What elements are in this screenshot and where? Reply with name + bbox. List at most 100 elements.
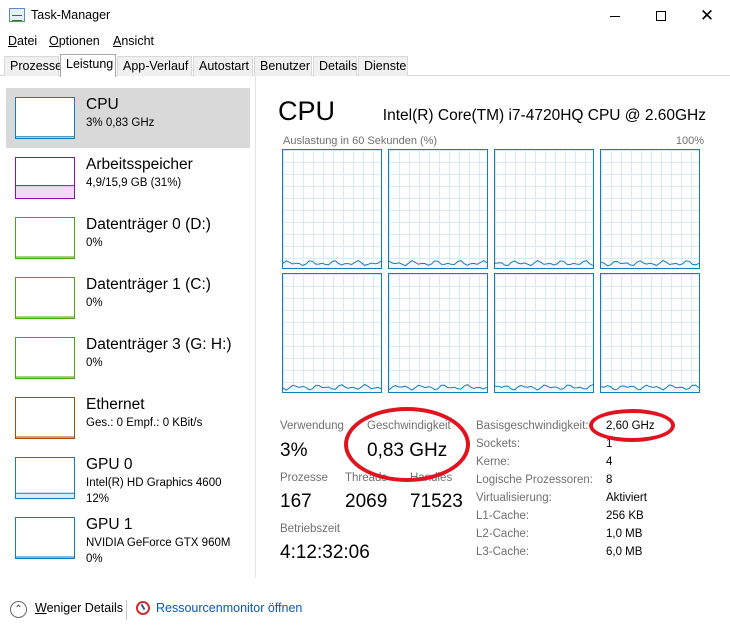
core-graph: [388, 149, 488, 269]
sidebar-item-subtitle: Intel(R) HD Graphics 4600: [86, 477, 222, 489]
usage-value: 3%: [280, 440, 308, 461]
detail-label: Logische Prozessoren:: [476, 474, 593, 486]
thumbnail-border: [15, 397, 75, 439]
thumbnail-level-fill: [16, 493, 74, 498]
resource-monitor-link[interactable]: Ressourcenmonitor öffnen: [156, 601, 302, 615]
core-graph: [494, 149, 594, 269]
close-button[interactable]: ✕: [684, 0, 730, 32]
sidebar-item-subtitle: NVIDIA GeForce GTX 960M: [86, 537, 231, 549]
sidebar-item-title: Ethernet: [86, 396, 145, 413]
menu-ansicht[interactable]: Ansicht: [113, 34, 154, 48]
fewer-details-button[interactable]: Weniger Details: [35, 601, 123, 615]
graph-caption: Auslastung in 60 Sekunden (%): [283, 135, 438, 147]
detail-value: 4: [606, 456, 613, 468]
detail-label: L2-Cache:: [476, 528, 530, 540]
core-graph: [600, 149, 700, 269]
uptime-value: 4:12:32:06: [280, 542, 370, 563]
detail-label: Sockets:: [476, 438, 521, 450]
sidebar-item-disk-3[interactable]: Datenträger 3 (G: H:) 0%: [6, 328, 250, 388]
core-graph: [600, 273, 700, 393]
processes-label: Prozesse: [280, 472, 328, 484]
maximize-icon: [656, 11, 666, 21]
sidebar-item-subtitle: 4,9/15,9 GB (31%): [86, 177, 182, 189]
processes-value: 167: [280, 491, 312, 512]
sidebar-item-title: Datenträger 1 (C:): [86, 276, 211, 293]
minimize-button[interactable]: [592, 0, 638, 32]
memory-thumbnail-graph: [15, 157, 75, 199]
maximize-button[interactable]: [638, 0, 684, 32]
speed-value: 0,83 GHz: [367, 440, 448, 461]
footer-divider: [126, 600, 127, 620]
minimize-icon: [610, 15, 620, 17]
disk-3-thumbnail-graph: [15, 337, 75, 379]
tab-leistung[interactable]: Leistung: [60, 54, 116, 77]
thumbnail-border: [15, 337, 75, 379]
speed-label: Geschwindigkeit: [367, 420, 451, 432]
ethernet-thumbnail-graph: [15, 397, 75, 439]
tab-app-verlauf[interactable]: App-Verlauf: [117, 56, 192, 76]
sidebar-item-disk-1[interactable]: Datenträger 1 (C:) 0%: [6, 268, 250, 328]
menu-optionen[interactable]: Optionen: [49, 34, 100, 48]
thumbnail-border: [15, 277, 75, 319]
sidebar-item-usage: 0%: [86, 553, 103, 565]
sidebar-item-subtitle: 0%: [86, 297, 103, 309]
gpu-1-thumbnail-graph: [15, 517, 75, 559]
sidebar-item-title: GPU 0: [86, 456, 133, 473]
sidebar-item-ethernet[interactable]: Ethernet Ges.: 0 Empf.: 0 KBit/s: [6, 388, 250, 448]
title-bar: Task-Manager ✕: [0, 0, 730, 32]
thumbnail-border: [15, 217, 75, 259]
sidebar-item-disk-0[interactable]: Datenträger 0 (D:) 0%: [6, 208, 250, 268]
tab-details[interactable]: Details: [313, 56, 357, 76]
sidebar-item-subtitle: 3% 0,83 GHz: [86, 117, 155, 129]
handles-value: 71523: [410, 491, 463, 512]
tab-dienste[interactable]: Dienste: [358, 56, 408, 76]
disk-1-thumbnail-graph: [15, 277, 75, 319]
detail-value: 6,0 MB: [606, 546, 643, 558]
sidebar-item-gpu-0[interactable]: GPU 0 Intel(R) HD Graphics 4600 12%: [6, 448, 250, 508]
menu-datei[interactable]: Datei: [8, 34, 37, 48]
tab-benutzer[interactable]: Benutzer: [254, 56, 312, 76]
page-title: CPU: [278, 96, 336, 126]
graph-max-label: 100%: [675, 135, 704, 147]
sidebar-item-title: Arbeitsspeicher: [86, 156, 193, 173]
sidebar-item-subtitle: 0%: [86, 237, 103, 249]
chevron-up-icon[interactable]: ⌃: [10, 601, 27, 618]
window-title: Task-Manager: [31, 8, 111, 22]
tab-autostart[interactable]: Autostart: [193, 56, 253, 76]
threads-label: Threads: [345, 472, 388, 484]
sidebar-item-subtitle: 0%: [86, 357, 103, 369]
close-icon: ✕: [699, 5, 715, 26]
detail-label: L1-Cache:: [476, 510, 530, 522]
detail-label: Virtualisierung:: [476, 492, 552, 504]
menu-bar: Datei Optionen Ansicht: [0, 32, 730, 52]
sidebar-item-gpu-1[interactable]: GPU 1 NVIDIA GeForce GTX 960M 0%: [6, 508, 250, 568]
detail-value: 1,0 MB: [606, 528, 643, 540]
detail-label: L3-Cache:: [476, 546, 530, 558]
detail-value: 2,60 GHz: [606, 420, 655, 432]
thumbnail-level-fill: [16, 185, 74, 198]
sidebar-item-memory[interactable]: Arbeitsspeicher 4,9/15,9 GB (31%): [6, 148, 250, 208]
detail-label: Basisgeschwindigkeit:: [476, 420, 589, 432]
tab-prozesse[interactable]: Prozesse: [4, 56, 62, 76]
detail-value: 1: [606, 438, 613, 450]
disk-0-thumbnail-graph: [15, 217, 75, 259]
gpu-0-thumbnail-graph: [15, 457, 75, 499]
sidebar-item-cpu[interactable]: CPU 3% 0,83 GHz: [6, 88, 250, 148]
thumbnail-border: [15, 457, 75, 499]
threads-value: 2069: [345, 491, 388, 512]
thumbnail-border: [15, 97, 75, 139]
core-graph: [282, 273, 382, 393]
task-manager-icon: [9, 8, 25, 22]
core-graph: [388, 273, 488, 393]
uptime-label: Betriebszeit: [280, 523, 341, 535]
resource-sidebar: CPU 3% 0,83 GHz Arbeitsspeicher 4,9/15,9…: [0, 76, 256, 578]
sidebar-item-title: GPU 1: [86, 516, 133, 533]
cpu-detail-panel: CPU Intel(R) Core(TM) i7-4720HQ CPU @ 2.…: [257, 76, 730, 578]
detail-value: 256 KB: [606, 510, 644, 522]
core-graph: [494, 273, 594, 393]
detail-value: 8: [606, 474, 613, 486]
thumbnail-border: [15, 517, 75, 559]
handles-label: Handles: [410, 472, 453, 484]
footer-bar: ⌃ Weniger Details Ressourcenmonitor öffn…: [0, 592, 730, 624]
sidebar-item-title: CPU: [86, 96, 119, 113]
